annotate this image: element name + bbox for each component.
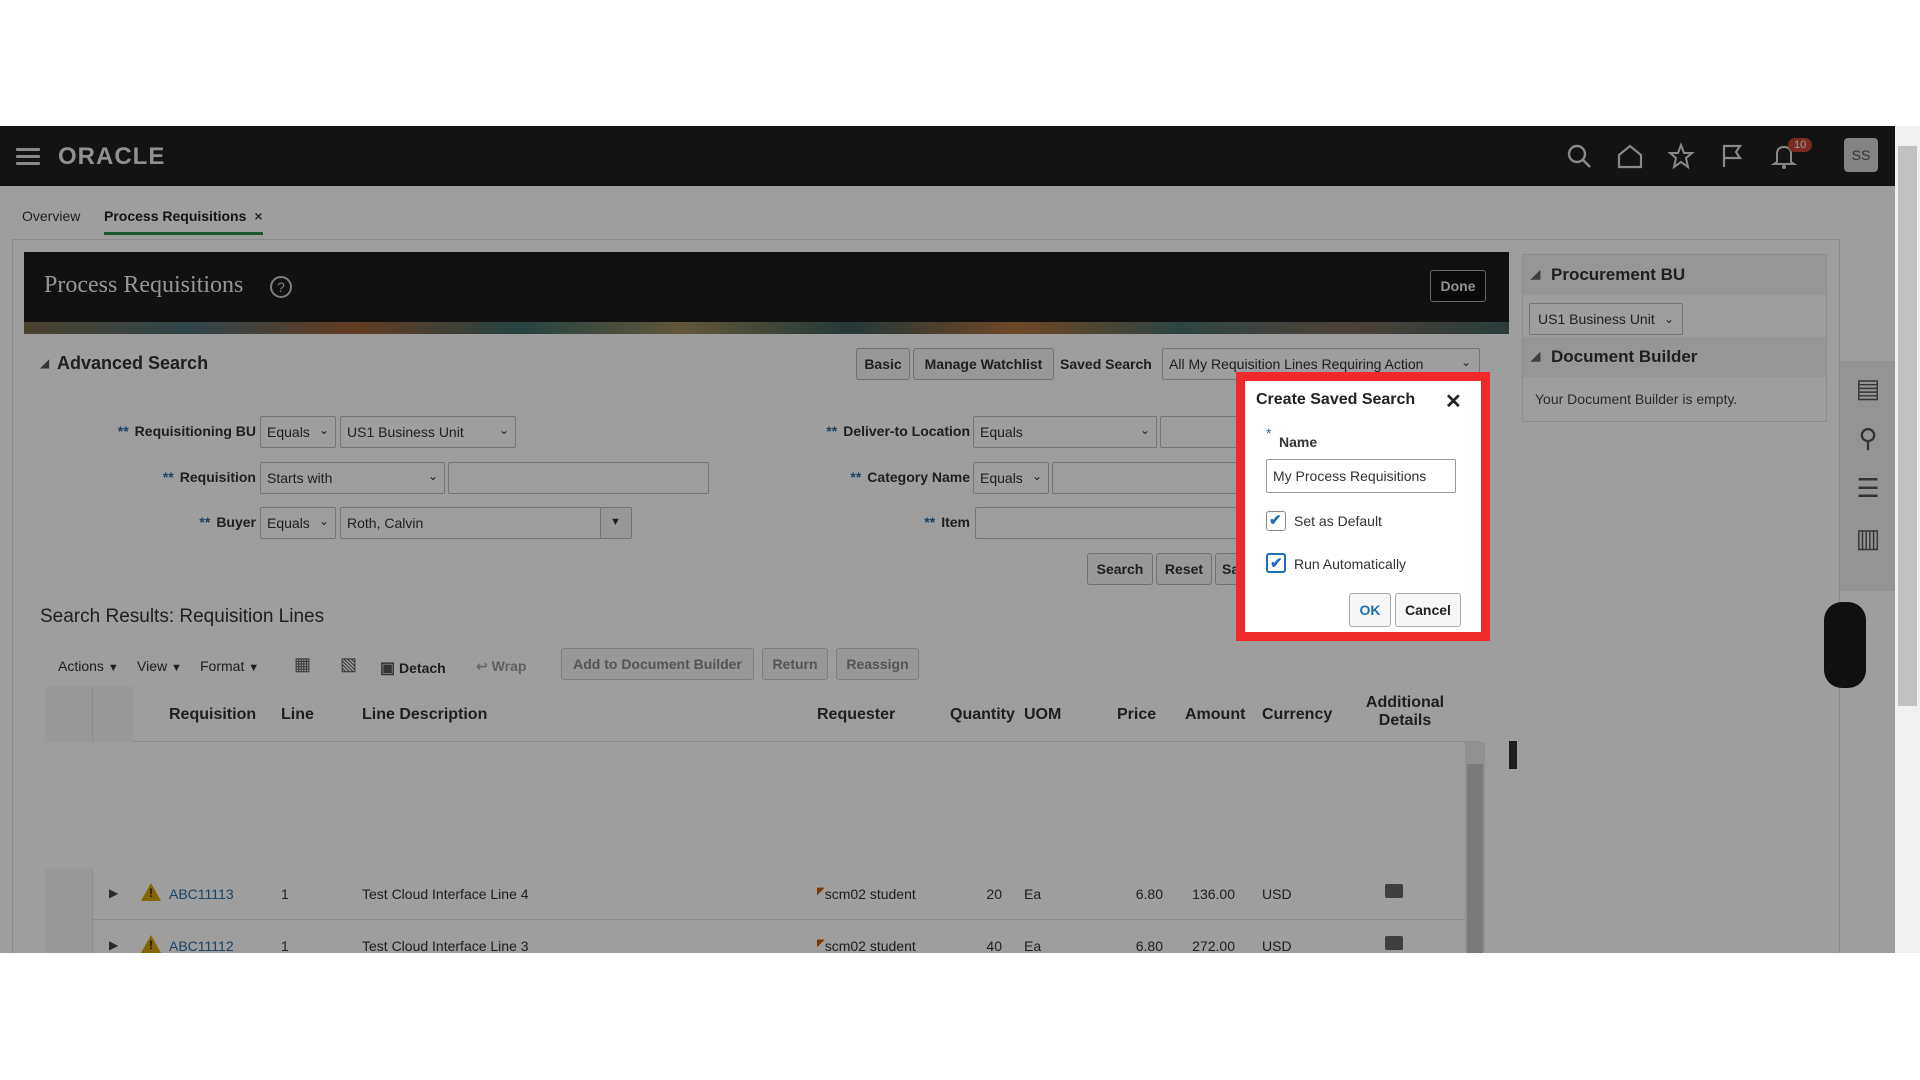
page-scrollbar-thumb[interactable] (1898, 146, 1917, 706)
close-icon[interactable]: ✕ (1445, 389, 1462, 414)
letterbox-bottom (0, 953, 1920, 1080)
ok-button[interactable]: OK (1349, 593, 1391, 627)
set-as-default-label: Set as Default (1294, 513, 1382, 529)
screenshot-stage: ORACLE 10 SS Overview Process Requisitio… (0, 0, 1920, 1080)
name-label: Name (1279, 434, 1318, 450)
run-automatically-label: Run Automatically (1294, 556, 1407, 572)
letterbox-top (0, 0, 1920, 126)
dialog-title: Create Saved Search (1256, 391, 1416, 408)
cancel-button[interactable]: Cancel (1395, 593, 1461, 627)
set-as-default-checkbox[interactable] (1266, 511, 1286, 531)
modal-overlay (0, 126, 1895, 953)
name-input[interactable]: My Process Requisitions (1266, 459, 1456, 493)
page-scrollbar[interactable] (1895, 126, 1920, 953)
create-saved-search-dialog: Create Saved Search ✕ * Name My Process … (1245, 381, 1481, 632)
run-automatically-checkbox[interactable] (1266, 553, 1286, 573)
required-indicator: * (1266, 425, 1272, 441)
